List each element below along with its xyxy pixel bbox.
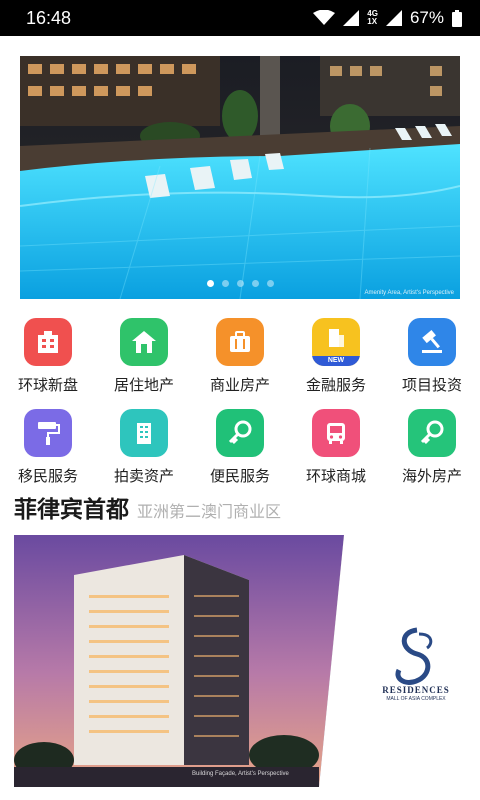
feature-card[interactable]: RESIDENCES MALL OF ASIA COMPLEX Building… xyxy=(14,535,466,787)
carousel-dot[interactable] xyxy=(221,280,229,287)
category-commercial[interactable]: 商业房产 xyxy=(192,312,288,395)
status-icons: 4G 1X 67% xyxy=(313,8,462,28)
battery-percent: 67% xyxy=(409,8,444,27)
office-building-icon xyxy=(120,409,168,457)
brand-subtitle: MALL OF ASIA COMPLEX xyxy=(386,696,446,702)
category-label: 移民服务 xyxy=(17,467,78,485)
category-auction[interactable]: 拍卖资产 xyxy=(96,403,192,486)
network-type: 4G 1X xyxy=(367,10,378,26)
paint-roller-icon xyxy=(24,409,72,457)
signal-icon xyxy=(343,10,360,26)
category-mall[interactable]: 环球商城 xyxy=(288,403,384,486)
bus-icon xyxy=(312,409,360,457)
status-time: 16:48 xyxy=(26,7,72,28)
key-icon xyxy=(408,409,456,457)
section-header: 菲律宾首都 亚洲第二澳门商业区 xyxy=(14,490,282,523)
brand-logo: RESIDENCES MALL OF ASIA COMPLEX xyxy=(374,625,458,702)
wifi-icon xyxy=(313,10,336,26)
building-icon xyxy=(24,318,72,366)
category-label: 环球新盘 xyxy=(17,376,78,394)
section-subtitle: 亚洲第二澳门商业区 xyxy=(137,502,282,521)
key-icon xyxy=(216,409,264,457)
carousel-dot[interactable] xyxy=(206,280,214,287)
category-residential[interactable]: 居住地产 xyxy=(96,312,192,395)
briefcase-icon xyxy=(216,318,264,366)
category-convenience[interactable]: 便民服务 xyxy=(192,403,288,486)
carousel-dot[interactable] xyxy=(236,280,244,287)
category-label: 商业房产 xyxy=(209,376,270,394)
new-badge: NEW xyxy=(312,356,360,366)
carousel-dot[interactable] xyxy=(266,280,274,287)
category-finance[interactable]: NEW 金融服务 xyxy=(288,312,384,395)
category-label: 环球商城 xyxy=(305,467,366,485)
battery-icon xyxy=(452,9,462,27)
banner-carousel[interactable]: Amenity Area, Artist's Perspective xyxy=(20,56,460,299)
carousel-dot[interactable] xyxy=(251,280,259,287)
feature-caption: Building Façade, Artist's Perspective xyxy=(192,771,289,777)
house-icon xyxy=(120,318,168,366)
signal-icon-2 xyxy=(385,10,402,26)
banner-caption: Amenity Area, Artist's Perspective xyxy=(364,290,454,296)
category-label: 项目投资 xyxy=(401,376,462,394)
category-grid: 环球新盘 居住地产 商业房产 NEW 金融服务 项目投资 移民服务 拍卖资产 便… xyxy=(0,312,480,486)
tower-icon: NEW xyxy=(312,318,360,366)
category-label: 便民服务 xyxy=(209,467,270,485)
status-bar: 16:48 4G 1X 67% xyxy=(0,0,480,36)
category-new-listings[interactable]: 环球新盘 xyxy=(0,312,96,395)
category-label: 居住地产 xyxy=(113,376,174,394)
category-immigration[interactable]: 移民服务 xyxy=(0,403,96,486)
brand-name: RESIDENCES xyxy=(382,685,450,695)
gavel-icon xyxy=(408,318,456,366)
category-investment[interactable]: 项目投资 xyxy=(384,312,480,395)
category-label: 拍卖资产 xyxy=(113,467,174,485)
category-overseas[interactable]: 海外房产 xyxy=(384,403,480,486)
carousel-indicator xyxy=(20,280,460,287)
category-label: 海外房产 xyxy=(401,467,462,485)
section-title: 菲律宾首都 xyxy=(14,497,129,523)
category-label: 金融服务 xyxy=(305,376,366,394)
network-bottom: 1X xyxy=(367,17,378,26)
pool-image xyxy=(20,56,460,299)
